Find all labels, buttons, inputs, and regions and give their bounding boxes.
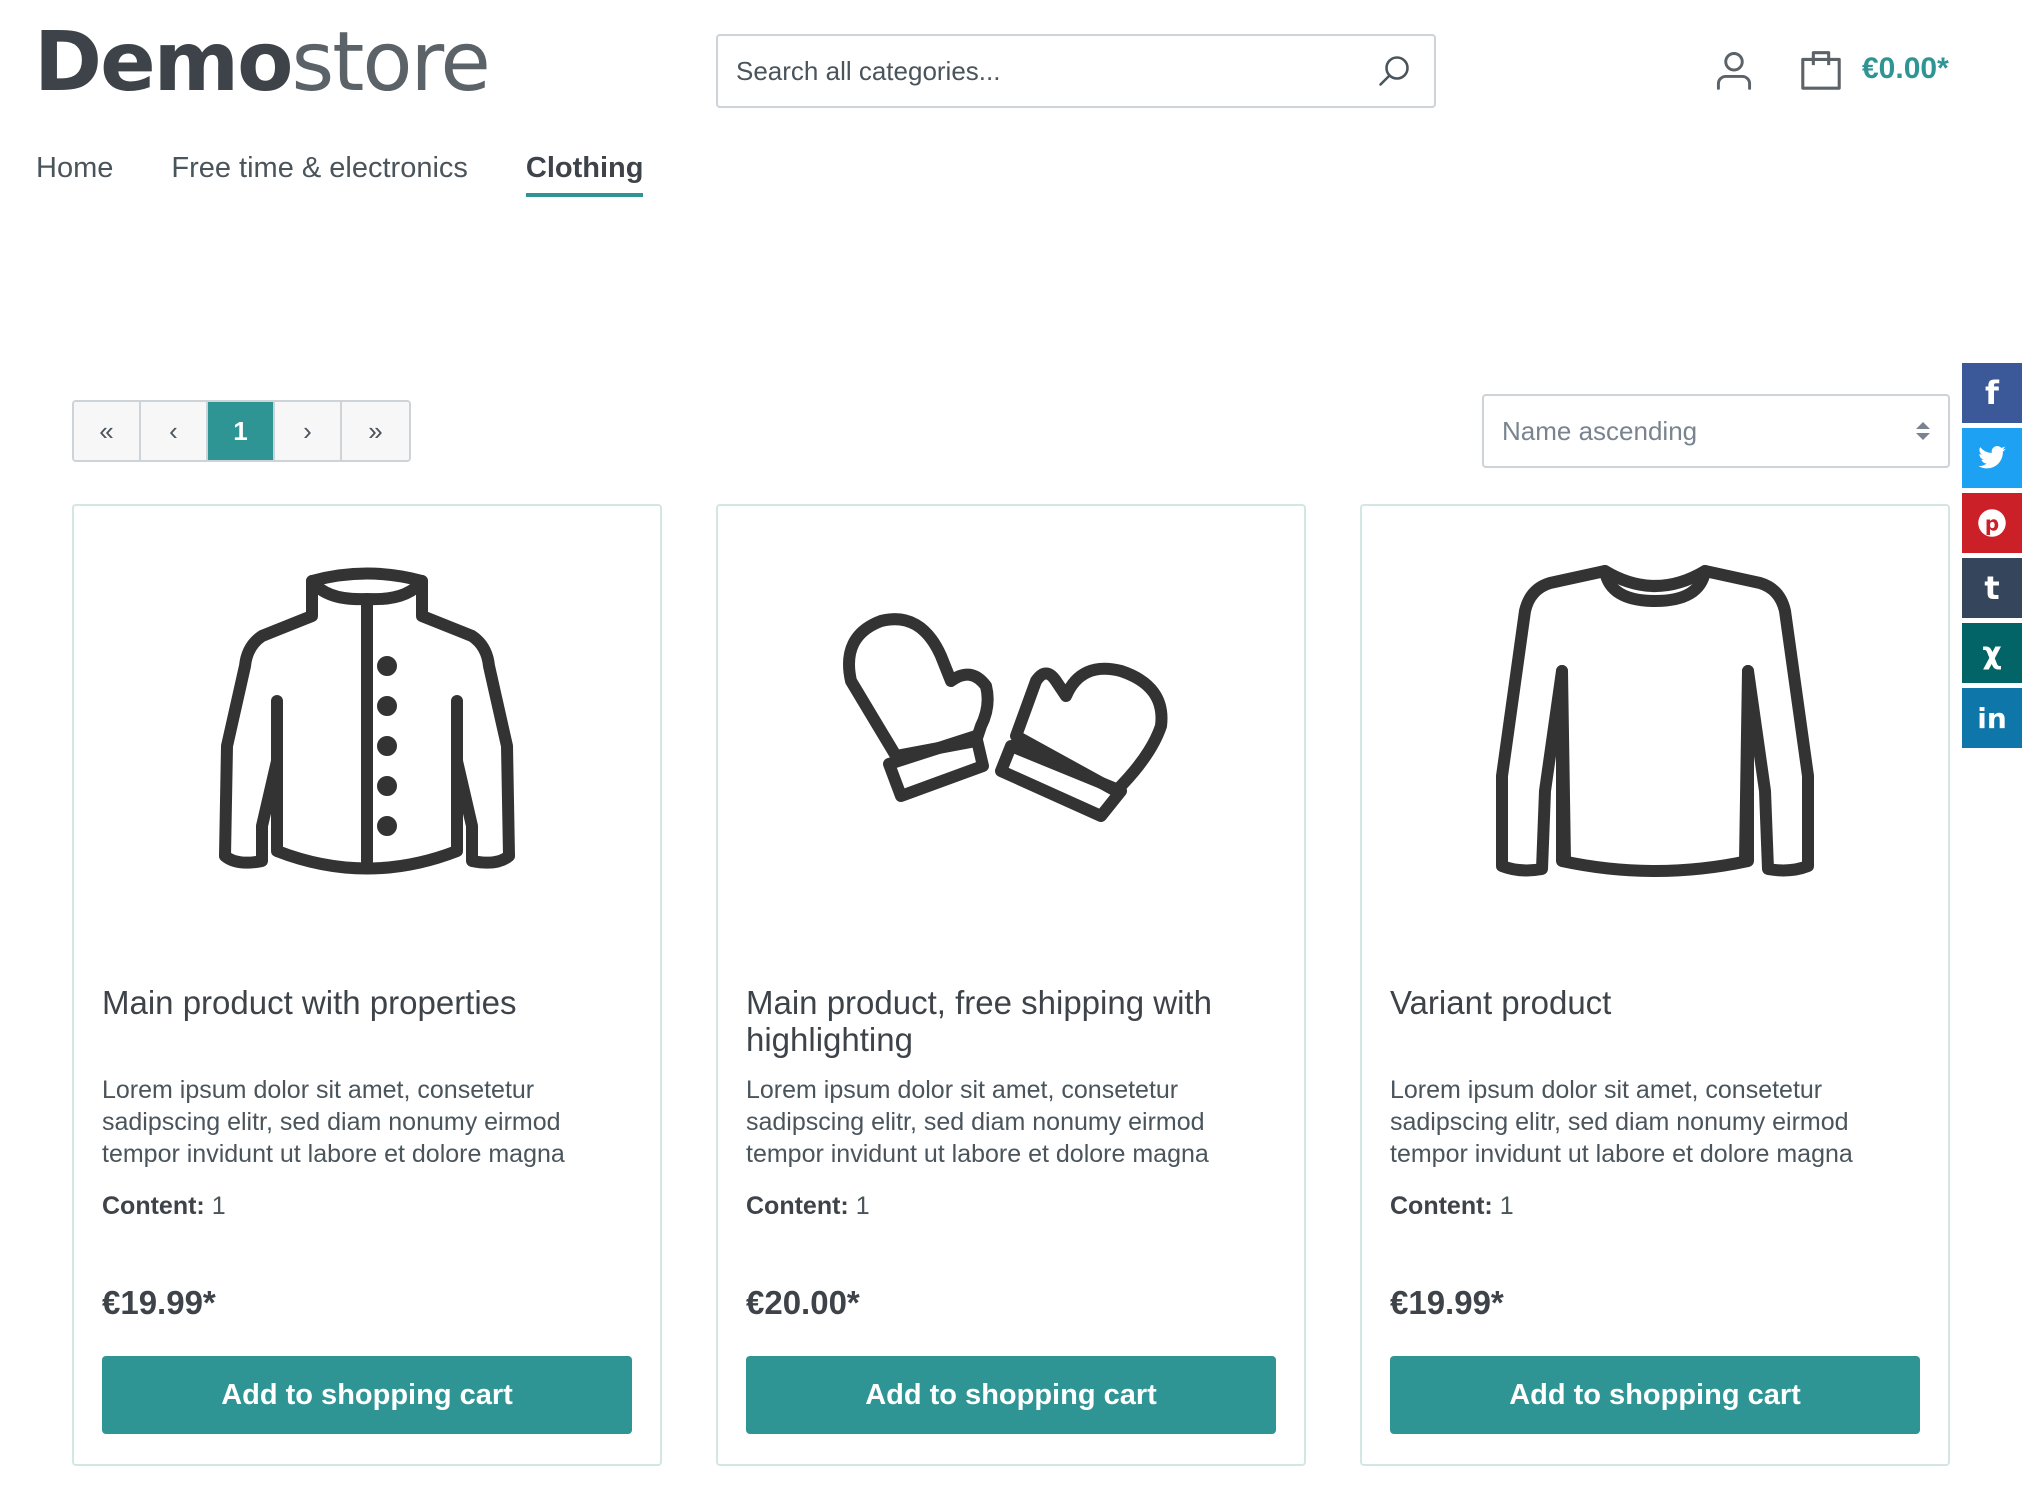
product-description: Lorem ipsum dolor sit amet, consetetur s…	[746, 1076, 1209, 1168]
product-price: €19.99*	[1390, 1284, 1504, 1321]
content-label: Content:	[746, 1192, 849, 1220]
facebook-icon: f	[1985, 374, 1999, 412]
nav-item-free-time-electronics[interactable]: Free time & electronics	[171, 152, 468, 195]
content-value: 1	[204, 1192, 226, 1220]
product-card: Main product, free shipping with highlig…	[716, 504, 1306, 1466]
content-label: Content:	[1390, 1192, 1493, 1220]
xing-share-button[interactable]: χ	[1962, 623, 2022, 683]
tumblr-share-button[interactable]: t	[1962, 558, 2022, 618]
pagination-first-button[interactable]: «	[74, 402, 141, 460]
product-content-info: Content: 1	[102, 1192, 226, 1221]
search-bar	[716, 34, 1436, 108]
linkedin-share-button[interactable]: in	[1962, 688, 2022, 748]
product-price: €19.99*	[102, 1284, 216, 1321]
pagination-next-button[interactable]: ›	[275, 402, 342, 460]
twitter-share-button[interactable]	[1962, 428, 2022, 488]
content-value: 1	[1492, 1192, 1514, 1220]
jacket-icon	[219, 567, 515, 875]
sort-selected-value: Name ascending	[1502, 415, 1698, 446]
search-input[interactable]	[736, 55, 1372, 87]
select-arrows-icon	[1916, 422, 1930, 440]
user-icon	[1716, 52, 1752, 90]
add-to-cart-button[interactable]: Add to shopping cart	[102, 1356, 632, 1434]
nav-item-home[interactable]: Home	[36, 152, 113, 195]
product-image[interactable]	[1362, 536, 1948, 896]
pagination-last-button[interactable]: »	[342, 402, 409, 460]
pagination-page-1[interactable]: 1	[208, 402, 275, 460]
sort-select[interactable]: Name ascending	[1482, 394, 1950, 468]
product-title[interactable]: Variant product	[1390, 984, 1920, 1021]
account-button[interactable]	[1712, 48, 1756, 92]
search-button[interactable]	[1372, 49, 1416, 93]
add-to-cart-button[interactable]: Add to shopping cart	[1390, 1356, 1920, 1434]
product-description: Lorem ipsum dolor sit amet, consetetur s…	[1390, 1076, 1853, 1168]
storefront-page: Demostore €0.00* Home Free time & electr…	[0, 0, 2022, 1504]
logo-text-light: store	[291, 15, 490, 110]
sweater-icon	[1496, 565, 1814, 877]
pagination: « ‹ 1 › »	[72, 400, 411, 462]
pinterest-share-button[interactable]: p	[1962, 493, 2022, 553]
product-card: Main product with properties Lorem ipsum…	[72, 504, 662, 1466]
mittens-icon	[843, 613, 1168, 822]
add-to-cart-button[interactable]: Add to shopping cart	[746, 1356, 1276, 1434]
social-share-bar: f p t χ in	[1962, 363, 2022, 753]
product-card: Variant product Lorem ipsum dolor sit am…	[1360, 504, 1950, 1466]
facebook-share-button[interactable]: f	[1962, 363, 2022, 423]
content-value: 1	[848, 1192, 870, 1220]
logo-text-bold: Demo	[34, 15, 293, 110]
product-content-info: Content: 1	[1390, 1192, 1514, 1221]
linkedin-icon: in	[1977, 701, 2007, 735]
product-description: Lorem ipsum dolor sit amet, consetetur s…	[102, 1076, 565, 1168]
shopping-bag-icon	[1801, 51, 1841, 90]
cart-total: €0.00*	[1862, 52, 1949, 85]
content-label: Content:	[102, 1192, 205, 1220]
product-image[interactable]	[718, 536, 1304, 896]
twitter-icon	[1978, 446, 2006, 469]
product-content-info: Content: 1	[746, 1192, 870, 1221]
product-title[interactable]: Main product, free shipping with highlig…	[746, 984, 1276, 1058]
product-price: €20.00*	[746, 1284, 860, 1321]
nav-item-clothing[interactable]: Clothing	[525, 152, 643, 197]
product-title[interactable]: Main product with properties	[102, 984, 632, 1021]
main-navigation: Home Free time & electronics Clothing	[36, 152, 643, 197]
xing-icon: χ	[1982, 635, 2002, 671]
tumblr-icon: t	[1984, 569, 2000, 607]
product-image[interactable]	[74, 536, 660, 896]
svg-text:p: p	[1985, 512, 1999, 536]
store-logo[interactable]: Demo store	[34, 15, 491, 110]
search-icon	[1379, 56, 1409, 86]
cart-button[interactable]: €0.00*	[1798, 46, 1949, 92]
pinterest-icon: p	[1978, 509, 2006, 537]
pagination-prev-button[interactable]: ‹	[141, 402, 208, 460]
